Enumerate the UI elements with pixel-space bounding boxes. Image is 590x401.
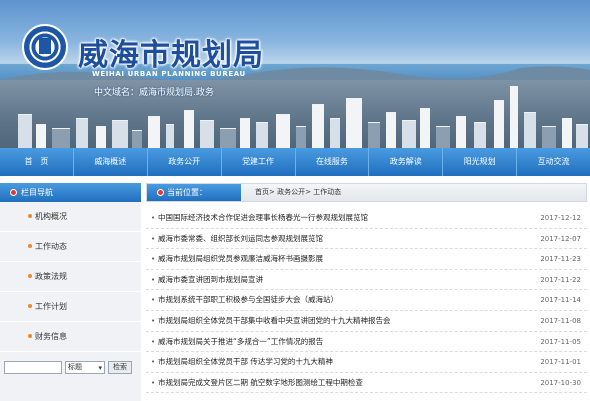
news-date: 2017-10-30 <box>540 378 581 387</box>
location-tag: 当前位置： <box>147 184 241 201</box>
bullet-icon: • <box>151 316 156 325</box>
news-date: 2017-11-23 <box>540 255 581 264</box>
news-date: 2017-11-22 <box>540 275 581 284</box>
list-item[interactable]: • 市规划局完成文登片区二期 航空数字地形图测绘工程中期检查 2017-10-30 <box>146 373 587 394</box>
news-date: 2017-12-12 <box>540 214 581 222</box>
news-title[interactable]: 市规划局完成文登片区二期 航空数字地形图测绘工程中期检查 <box>158 378 363 387</box>
location-marker-icon <box>157 189 164 196</box>
bullet-icon: • <box>151 275 156 284</box>
header-banner: 威海市规划局 WEIHAI URBAN PLANNING BUREAU 中文域名… <box>0 0 590 148</box>
list-item[interactable]: • 威海市规划局关于推进“多规合一”工作情况的报告 2017-11-05 <box>146 332 587 353</box>
news-date: 2017-11-01 <box>540 358 581 367</box>
bullet-icon: • <box>151 255 156 264</box>
main-content: 当前位置： 首页> 政务公开> 工作动态 • 中国国际经济技术合作促进会理事长杨春… <box>146 183 587 401</box>
bullet-dot-icon <box>28 304 32 308</box>
site-title-english: WEIHAI URBAN PLANNING BUREAU <box>92 70 246 78</box>
sidebar-item-label: 工作动态 <box>35 242 67 251</box>
bullet-dot-icon <box>28 244 32 248</box>
list-item[interactable]: • 威海市委常委、组织部长刘运同志参观规划展览馆 2017-12-07 <box>146 229 587 250</box>
sidebar-item-label: 政策法规 <box>35 272 67 281</box>
search-button[interactable]: 检索 <box>108 361 132 374</box>
news-date: 2017-11-08 <box>540 316 581 325</box>
list-item[interactable]: • 威海市规划局组织党员参观廉洁威海杯书画摄影展 2017-11-23 <box>146 249 587 270</box>
news-title[interactable]: 中国国际经济技术合作促进会理事长杨春光一行参观规划展览馆 <box>158 213 368 222</box>
bullet-icon: • <box>151 378 156 387</box>
banner-city <box>0 80 590 148</box>
news-date: 2017-11-14 <box>540 296 581 305</box>
bullet-icon: • <box>151 296 156 305</box>
search-select-value: 标题 <box>68 363 82 371</box>
sidebar-header: 栏目导航 <box>0 183 141 202</box>
sidebar-item-work-news[interactable]: 工作动态 <box>0 232 141 262</box>
sidebar-title: 栏目导航 <box>21 188 53 197</box>
bullet-dot-icon <box>28 334 32 338</box>
news-title[interactable]: 威海市委宣讲团到市规划局宣讲 <box>158 275 263 284</box>
nav-marker-icon <box>10 189 17 196</box>
sidebar: 栏目导航 机构概况 工作动态 政策法规 工作计划 财务信息 标题 ▾ 检索 <box>0 183 141 401</box>
chevron-down-icon: ▾ <box>98 364 102 372</box>
nav-online-service[interactable]: 在线服务 <box>296 148 370 176</box>
list-item[interactable]: • 市规划局组织全体党员干部 传达学习党的十九大精神 2017-11-01 <box>146 352 587 373</box>
sidebar-item-policies[interactable]: 政策法规 <box>0 262 141 292</box>
seal-emblem-icon <box>39 38 51 54</box>
news-date: 2017-12-07 <box>540 234 581 243</box>
bullet-icon: • <box>151 214 156 222</box>
list-item[interactable]: • 市规划系统干部职工积极参与全国徒步大会（威海站） 2017-11-14 <box>146 290 587 311</box>
sidebar-item-label: 机构概况 <box>35 212 67 221</box>
nav-home[interactable]: 首 页 <box>0 148 74 176</box>
search-field-select[interactable]: 标题 ▾ <box>65 361 105 374</box>
news-title[interactable]: 市规划局组织全体党员干部 传达学习党的十九大精神 <box>158 357 333 366</box>
chinese-domain-name: 中文域名：威海市规划局.政务 <box>94 88 214 98</box>
main-nav: 首 页 威海概述 政务公开 党建工作 在线服务 政务解读 阳光规划 互动交流 <box>0 148 590 176</box>
search-bar: 标题 ▾ 检索 <box>4 361 132 374</box>
sidebar-item-label: 工作计划 <box>35 302 67 311</box>
list-item[interactable]: • 威海市委宣讲团到市规划局宣讲 2017-11-22 <box>146 270 587 291</box>
bullet-icon: • <box>151 337 156 346</box>
nav-policy-interpretation[interactable]: 政务解读 <box>369 148 444 176</box>
news-title[interactable]: 威海市委常委、组织部长刘运同志参观规划展览馆 <box>158 234 323 243</box>
nav-party-building[interactable]: 党建工作 <box>222 148 296 176</box>
nav-sunshine-planning[interactable]: 阳光规划 <box>443 148 518 176</box>
news-title[interactable]: 市规划局组织全体党员干部集中收看中央宣讲团党的十九大精神报告会 <box>158 316 391 325</box>
nav-government-affairs[interactable]: 政务公开 <box>148 148 222 176</box>
sidebar-item-finance[interactable]: 财务信息 <box>0 322 141 352</box>
news-title[interactable]: 市规划系统干部职工积极参与全国徒步大会（威海站） <box>158 295 338 304</box>
location-label: 当前位置： <box>167 188 207 197</box>
sidebar-item-work-plan[interactable]: 工作计划 <box>0 292 141 322</box>
bullet-icon: • <box>151 358 156 367</box>
news-title[interactable]: 威海市规划局关于推进“多规合一”工作情况的报告 <box>158 337 323 346</box>
news-title[interactable]: 威海市规划局组织党员参观廉洁威海杯书画摄影展 <box>158 254 323 263</box>
site-title: 威海市规划局 <box>78 38 264 73</box>
bullet-dot-icon <box>28 274 32 278</box>
list-item[interactable]: • 中国国际经济技术合作促进会理事长杨春光一行参观规划展览馆 2017-12-12 <box>146 208 587 229</box>
breadcrumb[interactable]: 首页> 政务公开> 工作动态 <box>255 184 341 201</box>
bureau-seal-logo <box>22 24 68 70</box>
news-date: 2017-11-05 <box>540 337 581 346</box>
sidebar-item-organization[interactable]: 机构概况 <box>0 202 141 232</box>
nav-interaction[interactable]: 互动交流 <box>517 148 590 176</box>
location-bar: 当前位置： 首页> 政务公开> 工作动态 <box>146 183 587 202</box>
bullet-icon: • <box>151 234 156 243</box>
bullet-dot-icon <box>28 214 32 218</box>
news-list: • 中国国际经济技术合作促进会理事长杨春光一行参观规划展览馆 2017-12-12 … <box>146 202 587 394</box>
sidebar-item-label: 财务信息 <box>35 332 67 341</box>
list-item[interactable]: • 市规划局组织全体党员干部集中收看中央宣讲团党的十九大精神报告会 2017-11-… <box>146 311 587 332</box>
nav-weihai-overview[interactable]: 威海概述 <box>74 148 148 176</box>
search-input[interactable] <box>4 361 62 374</box>
